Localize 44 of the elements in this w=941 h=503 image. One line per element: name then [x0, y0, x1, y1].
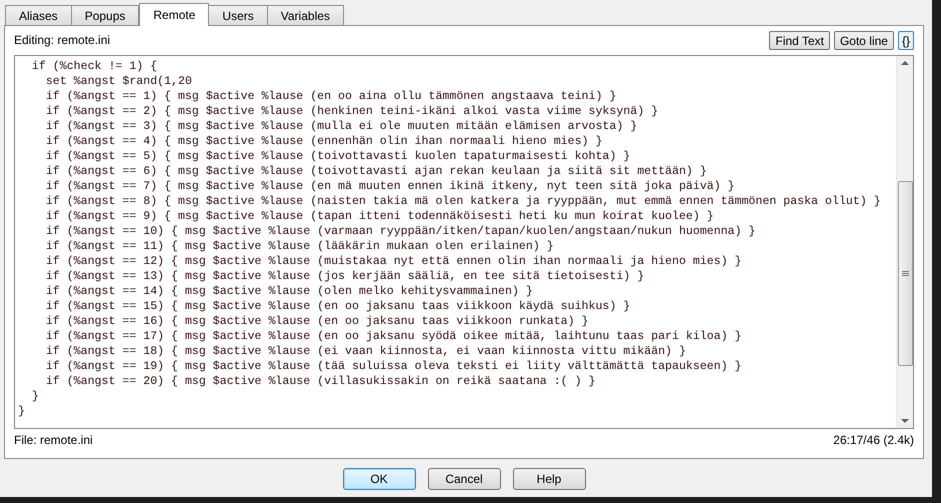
scrollbar-thumb[interactable] [898, 181, 912, 366]
toolbar-button[interactable]: Goto line [834, 30, 894, 50]
code-line: if (%angst == 12) { msg $active %lause (muistakaa nyt että ennen olin ihan normaali ja hieno mies) } [44, 254, 742, 269]
brace-button[interactable]: {} [898, 30, 914, 50]
dialog-button[interactable]: Cancel [428, 468, 500, 490]
tab[interactable]: Aliases [5, 5, 72, 25]
tab[interactable]: Users [208, 5, 268, 25]
code-line: if (%angst == 3) { msg $active %lause (mulla ei ole muuten mitään elämisen arvosta) } [44, 119, 638, 134]
status-file: File: remote.ini [14, 432, 93, 449]
toolbar-button[interactable]: Find Text [769, 30, 830, 50]
code-line: if (%angst == 17) { msg $active %lause (en oo jaksanu syödä oikee mitää, laihtunu taas pari kiloa) } [44, 329, 742, 344]
code-line: if (%angst == 2) { msg $active %lause (henkinen teini-ikäni alkoi vasta viime syksynä) } [44, 104, 658, 119]
code-line: if (%angst == 7) { msg $active %lause (en mä muuten ennen ikinä itkeny, nyt teen sitä joka päivä) } [44, 179, 735, 194]
editing-label: Editing: remote.ini [14, 32, 110, 49]
code-line: if (%angst == 16) { msg $active %lause (en oo jaksanu taas viikkoon runkata) } [44, 314, 589, 329]
code-line: } [18, 404, 25, 419]
code-line: set %angst $rand(1,20 [44, 74, 192, 89]
code-line: if (%check != 1) { [30, 59, 158, 74]
grip-icon [902, 271, 908, 276]
tab[interactable]: Remote [139, 3, 210, 26]
code-line: } [30, 389, 39, 404]
code-line: if (%angst == 20) { msg $active %lause (villasukissakin on reikä saatana :( ) } [44, 374, 596, 389]
tab[interactable]: Variables [266, 5, 344, 25]
code-line: if (%angst == 4) { msg $active %lause (ennenhän olin ihan normaali hieno mies) } [44, 134, 602, 149]
code-line: if (%angst == 19) { msg $active %lause (tää suluissa oleva teksti ei liity välttämättä tapaukseen) } [44, 359, 742, 374]
status-position: 26:17/46 (2.4k) [833, 432, 914, 449]
scroll-down-icon[interactable] [901, 419, 909, 423]
code-line: if (%angst == 10) { msg $active %lause (varmaan ryyppään/itken/tapan/kuolen/angstaan/nukun huomenna) } [44, 224, 756, 239]
dialog-button[interactable]: OK [342, 468, 416, 490]
scroll-up-icon[interactable] [901, 61, 909, 65]
scrollbar[interactable] [896, 56, 913, 428]
code-line: if (%angst == 9) { msg $active %lause (tapan itteni todennäköisesti heti ku mun koirat kuolee) } [44, 209, 714, 224]
code-line: if (%angst == 15) { msg $active %lause (en oo jaksanu taas viikkoon käydä suihkus) } [44, 299, 630, 314]
code-line: if (%angst == 13) { msg $active %lause (jos kerjään sääliä, en tee sitä tietoisesti) } [44, 269, 644, 284]
code-line: if (%angst == 1) { msg $active %lause (en oo aina ollu tämmönen angstaava teini) } [44, 89, 616, 104]
code-line: if (%angst == 14) { msg $active %lause (olen melko kehitysvammainen) } [44, 284, 533, 299]
code-line: if (%angst == 18) { msg $active %lause (ei vaan kiinnosta, ei vaan kiinnosta vittu mikään) } [44, 344, 686, 359]
code-line: if (%angst == 6) { msg $active %lause (toivottavasti ajan rekan keulaan ja siitä sit mettään) } [44, 164, 707, 179]
dialog-button[interactable]: Help [512, 468, 586, 490]
code-editor[interactable] [14, 55, 914, 429]
code-line: if (%angst == 8) { msg $active %lause (naisten takia mä olen katkera ja ryyppään, mut emmä ennen tämmönen paska ollut) } [44, 194, 881, 209]
code-line: if (%angst == 5) { msg $active %lause (toivottavasti kuolen tapaturmaisesti kohta) } [44, 149, 630, 164]
code-line: if (%angst == 11) { msg $active %lause (lääkärin mukaan olen erilainen) } [44, 239, 554, 254]
tab[interactable]: Popups [70, 5, 140, 25]
